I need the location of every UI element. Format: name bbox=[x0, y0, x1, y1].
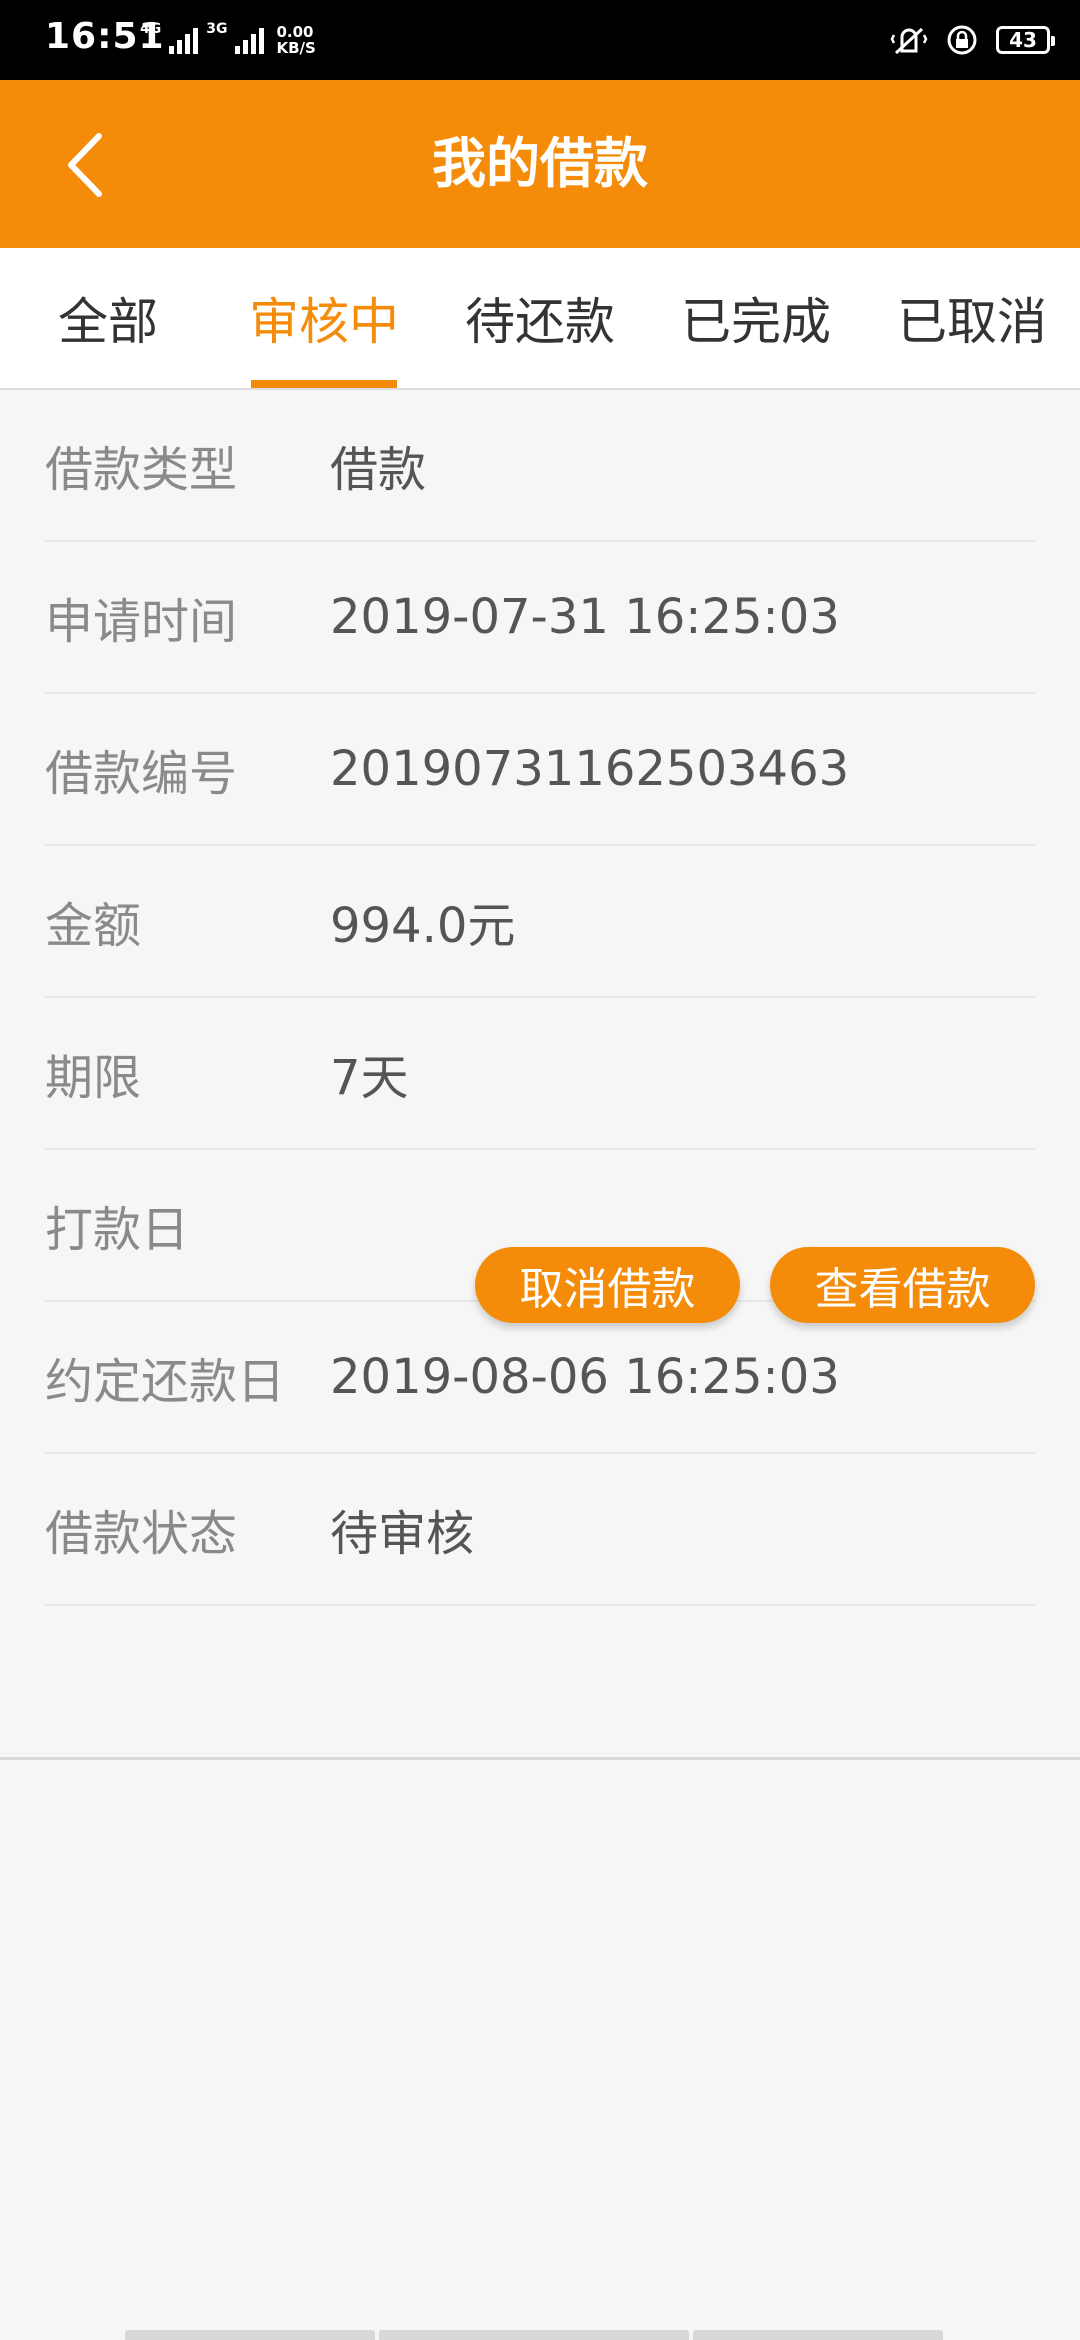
loan-detail-card: 借款类型 借款 申请时间 2019-07-31 16:25:03 借款编号 20… bbox=[0, 390, 1080, 1760]
network-indicators: 4G 3G 0.00 KB/S bbox=[140, 14, 316, 66]
detail-label: 借款编号 bbox=[45, 746, 238, 802]
navigation-indicator bbox=[125, 2330, 955, 2340]
detail-row-apply-time: 申请时间 2019-07-31 16:25:03 bbox=[45, 542, 1035, 694]
tab-all[interactable]: 全部 bbox=[0, 248, 216, 388]
signal-icon bbox=[169, 26, 199, 54]
detail-row-amount: 金额 994.0元 bbox=[45, 846, 1035, 998]
detail-value: 借款 bbox=[330, 442, 427, 498]
tab-completed[interactable]: 已完成 bbox=[648, 248, 864, 388]
detail-row-loan-number: 借款编号 20190731162503463 bbox=[45, 694, 1035, 846]
network-speed: 0.00 KB/S bbox=[276, 24, 315, 56]
battery-icon: 43 bbox=[996, 26, 1055, 54]
tab-pending-repayment[interactable]: 待还款 bbox=[432, 248, 648, 388]
network-type-label-2: 3G bbox=[206, 21, 228, 37]
signal-icon-2 bbox=[235, 26, 265, 54]
detail-label: 约定还款日 bbox=[45, 1354, 286, 1410]
detail-value: 20190731162503463 bbox=[330, 741, 850, 797]
detail-value: 994.0元 bbox=[330, 898, 516, 954]
tab-cancelled[interactable]: 已取消 bbox=[864, 248, 1080, 388]
tab-under-review[interactable]: 审核中 bbox=[216, 248, 432, 388]
detail-row-loan-status: 借款状态 待审核 bbox=[45, 1454, 1035, 1606]
detail-label: 借款状态 bbox=[45, 1506, 238, 1562]
detail-value: 2019-08-06 16:25:03 bbox=[330, 1349, 840, 1405]
vibrate-icon bbox=[890, 23, 928, 57]
detail-row-loan-type: 借款类型 借款 bbox=[45, 390, 1035, 542]
detail-row-due-date: 约定还款日 2019-08-06 16:25:03 bbox=[45, 1302, 1035, 1454]
rotation-lock-icon bbox=[946, 24, 978, 56]
detail-label: 申请时间 bbox=[45, 594, 238, 650]
detail-label: 金额 bbox=[45, 898, 142, 954]
detail-value: 2019-07-31 16:25:03 bbox=[330, 589, 840, 645]
detail-label: 期限 bbox=[45, 1050, 142, 1106]
detail-row-term: 期限 7天 bbox=[45, 998, 1035, 1150]
network-speed-unit: KB/S bbox=[276, 39, 316, 57]
status-tabs: 全部 审核中 待还款 已完成 已取消 bbox=[0, 248, 1080, 390]
status-bar: 16:51 4G 3G 0.00 KB/S 43 bbox=[0, 0, 1080, 80]
page-title: 我的借款 bbox=[432, 132, 648, 195]
view-loan-button[interactable]: 查看借款 bbox=[770, 1247, 1035, 1323]
cancel-loan-button[interactable]: 取消借款 bbox=[475, 1247, 740, 1323]
network-speed-value: 0.00 bbox=[276, 23, 314, 41]
detail-label: 借款类型 bbox=[45, 442, 238, 498]
detail-value: 待审核 bbox=[330, 1506, 475, 1562]
loan-actions: 取消借款 查看借款 bbox=[475, 1247, 1035, 1323]
system-icons: 43 bbox=[890, 18, 1055, 62]
network-type-label: 4G bbox=[140, 21, 162, 37]
battery-level: 43 bbox=[1009, 28, 1037, 52]
detail-label: 打款日 bbox=[45, 1202, 190, 1258]
detail-value: 7天 bbox=[330, 1050, 409, 1106]
app-header: 我的借款 bbox=[0, 80, 1080, 248]
